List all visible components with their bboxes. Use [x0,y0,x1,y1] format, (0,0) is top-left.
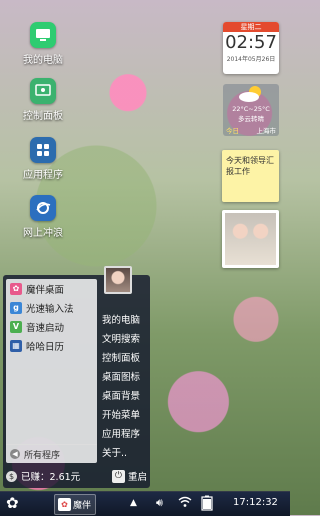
taskbar-app-label: 魔伴 [73,501,92,511]
start-link-my-computer[interactable]: 我的电脑 [99,311,149,330]
restart-button[interactable]: ⏻ 重启 [111,469,147,483]
photo-widget[interactable] [222,210,279,268]
taskbar-app-magic[interactable]: ✿ 魔伴 [54,494,96,515]
start-link-apps[interactable]: 应用程序 [99,425,149,444]
magic-desktop-icon: ✿ [10,282,22,295]
earnings-display: $ 已赚：2.61元 [6,469,80,483]
start-app-input-method[interactable]: g 光速输入法 [6,298,97,317]
apps-grid-icon [30,137,56,163]
restart-label: 重启 [127,472,147,483]
start-link-desktop-background[interactable]: 桌面背景 [99,387,149,406]
tray-expand-icon[interactable]: ▲ [130,498,137,508]
computer-icon [30,22,56,48]
start-menu-links: 我的电脑 文明搜索 控制面板 桌面图标 桌面背景 开始菜单 应用程序 关于.. [99,311,149,463]
weather-widget[interactable]: 22°C~25°C 多云转晴 今日 上海市 [223,84,279,136]
arrow-left-icon: ◀ [10,449,20,459]
start-app-label: 光速输入法 [26,303,74,315]
launcher-icon: V [10,320,22,333]
taskbar: ✿ ✿ 魔伴 ▲ 🔊︎ 17:12:32 [0,491,290,516]
flower-start-icon: ✿ [6,494,19,512]
start-app-calendar[interactable]: ▦ 哈哈日历 [6,336,97,355]
taskbar-clock: 17:12:32 [233,497,278,508]
desktop-icon-apps[interactable]: 应用程序 [10,137,76,181]
clock-date: 2014年05月26日 [226,56,276,63]
magic-desktop-icon: ✿ [58,498,71,511]
weather-city: 上海市 [256,127,277,135]
power-icon: ⏻ [111,469,125,483]
desktop-icon-label: 我的电脑 [23,55,63,66]
weather-day: 今日 [226,127,239,135]
photo-image [225,213,276,265]
start-link-about[interactable]: 关于.. [99,444,149,463]
start-link-start-menu[interactable]: 开始菜单 [99,406,149,425]
wifi-icon[interactable] [178,496,192,511]
all-programs-button[interactable]: ◀ 所有程序 [6,444,97,463]
desktop-icon-browser[interactable]: 网上冲浪 [10,195,76,239]
clock-weekday: 星期二 [223,22,279,32]
control-panel-icon [30,78,56,104]
battery-icon[interactable] [200,495,214,514]
start-app-label: 魔伴桌面 [26,284,65,296]
start-link-desktop-icons[interactable]: 桌面图标 [99,368,149,387]
desktop-icon-control-panel[interactable]: 控制面板 [10,78,76,122]
start-app-label: 哈哈日历 [26,341,65,353]
start-link-search[interactable]: 文明搜索 [99,330,149,349]
desktop-icon-label: 应用程序 [23,170,63,181]
coin-icon: $ [6,470,17,482]
cloud-sun-icon [223,84,279,104]
start-app-label: 音速启动 [26,322,65,334]
start-app-magic-desktop[interactable]: ✿ 魔伴桌面 [6,279,97,298]
calendar-icon: ▦ [10,339,22,352]
start-menu-app-list: ✿ 魔伴桌面 g 光速输入法 V 音速启动 ▦ 哈哈日历 ◀ 所有程序 [6,279,97,463]
weather-temp: 22°C~25°C [232,105,270,113]
clock-widget[interactable]: 星期二 02:57 2014年05月26日 [223,22,279,74]
sticky-note-widget[interactable]: 今天和领导汇报工作 [222,150,279,202]
start-button[interactable]: ✿ [6,495,22,511]
clock-time: 02:57 [225,32,277,53]
desktop-icon-label: 控制面板 [23,111,63,122]
sticky-note-text: 今天和领导汇报工作 [226,156,274,176]
desktop-icon-my-computer[interactable]: 我的电脑 [10,22,76,66]
input-method-icon: g [10,301,22,314]
start-menu: ✿ 魔伴桌面 g 光速输入法 V 音速启动 ▦ 哈哈日历 ◀ 所有程序 我的电脑… [3,275,150,488]
desktop-icon-label: 网上冲浪 [23,228,63,239]
start-app-launcher[interactable]: V 音速启动 [6,317,97,336]
avatar[interactable] [104,266,132,294]
weather-condition: 多云转晴 [238,115,264,123]
all-programs-label: 所有程序 [24,450,61,461]
earnings-label: 已赚：2.61元 [21,472,81,483]
browser-icon [30,195,56,221]
volume-icon[interactable]: 🔊︎ [156,496,163,510]
start-link-control-panel[interactable]: 控制面板 [99,349,149,368]
